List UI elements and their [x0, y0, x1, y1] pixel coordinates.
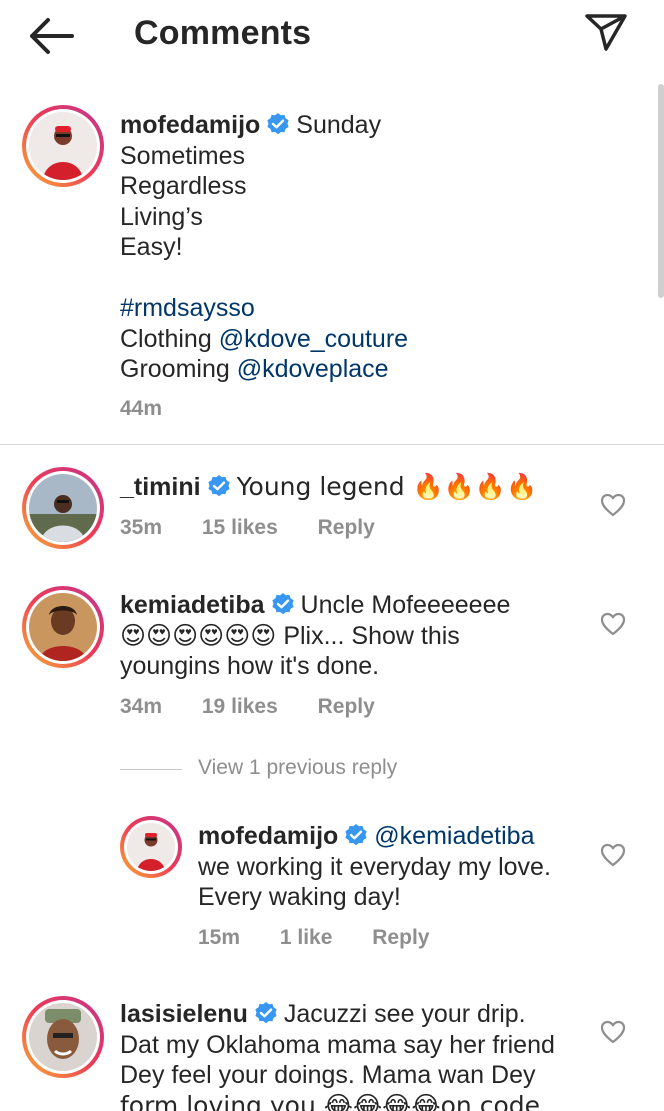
likes-count[interactable]: 15 likes: [202, 516, 278, 539]
avatar[interactable]: [22, 996, 104, 1078]
comment-body: Young legend 🔥🔥🔥🔥: [236, 472, 538, 501]
comment-body: Plix... Show this: [283, 621, 460, 650]
comment-body: form loving you 😂😂😂😂on code: [120, 1090, 540, 1111]
avatar[interactable]: [22, 105, 104, 187]
comment-username[interactable]: lasisielenu: [120, 1000, 248, 1028]
comment-body: Dat my Oklahoma mama say her friend: [120, 1030, 555, 1059]
like-heart-icon[interactable]: [600, 493, 626, 517]
reply-body: we working it everyday my love.: [198, 852, 551, 881]
like-heart-icon[interactable]: [600, 612, 626, 636]
emoji-row: 😍😍😍😍😍😍: [120, 620, 277, 650]
avatar[interactable]: [22, 586, 104, 668]
verified-badge-icon: [254, 1001, 278, 1025]
reply-body: Every waking day!: [198, 883, 401, 911]
comment-body: Dey feel your doings. Mama wan Dey: [120, 1061, 536, 1089]
hashtag-link[interactable]: #rmdsaysso: [120, 294, 255, 322]
mention-link[interactable]: @kemiadetiba: [374, 822, 534, 850]
reply-button[interactable]: Reply: [372, 926, 429, 949]
avatar[interactable]: [22, 467, 104, 549]
comment-text: kemiadetiba Uncle Mofeeeeeee 😍😍😍😍😍😍 Plix.…: [120, 590, 590, 682]
verified-badge-icon: [266, 112, 290, 136]
reply-button[interactable]: Reply: [318, 695, 375, 718]
caption-username[interactable]: mofedamijo: [120, 111, 260, 139]
caption-line: Easy!: [120, 233, 183, 261]
mention-link[interactable]: @kdoveplace: [237, 355, 389, 383]
view-replies-label[interactable]: View 1 previous reply: [198, 756, 397, 780]
reply-meta: 15m 1 like Reply: [198, 926, 463, 950]
caption-time: 44m: [120, 397, 163, 420]
caption-text: mofedamijo Sunday Sometimes Regardless Li…: [120, 110, 640, 385]
caption-meta: 44m: [120, 397, 196, 421]
comment-username[interactable]: _timini: [120, 473, 201, 501]
likes-count[interactable]: 1 like: [280, 926, 333, 949]
comment-username[interactable]: kemiadetiba: [120, 591, 265, 619]
likes-count[interactable]: 19 likes: [202, 695, 278, 718]
direct-share-icon[interactable]: [584, 12, 628, 52]
reply-username[interactable]: mofedamijo: [198, 822, 338, 850]
caption-line: Regardless: [120, 172, 247, 200]
comment-body: Uncle Mofeeeeeee: [300, 591, 511, 619]
divider: [0, 444, 664, 445]
mention-link[interactable]: @kdove_couture: [219, 325, 408, 353]
top-bar: Comments: [0, 0, 664, 70]
comment-text: lasisielenu Jacuzzi see your drip. Dat my…: [120, 999, 596, 1111]
comment-meta: 35m 15 likes Reply: [120, 516, 409, 540]
comment-body: Jacuzzi see your drip.: [283, 1000, 526, 1028]
comment-time: 34m: [120, 695, 163, 718]
comment-text: _timini Young legend 🔥🔥🔥🔥: [120, 472, 580, 503]
caption-line: Sometimes: [120, 141, 246, 170]
avatar[interactable]: [120, 816, 182, 878]
verified-badge-icon: [344, 823, 368, 847]
like-heart-icon[interactable]: [600, 843, 626, 867]
reply-text: mofedamijo @kemiadetiba we working it eve…: [198, 821, 598, 913]
verified-badge-icon: [271, 592, 295, 616]
clothing-label: Clothing: [120, 324, 212, 353]
caption-line: Living’s: [120, 202, 203, 231]
page-title: Comments: [134, 14, 312, 52]
reply-button[interactable]: Reply: [318, 516, 375, 539]
scrollbar[interactable]: [658, 84, 664, 298]
comment-meta: 34m 19 likes Reply: [120, 695, 409, 719]
reply-time: 15m: [198, 926, 241, 949]
like-heart-icon[interactable]: [600, 1020, 626, 1044]
grooming-label: Grooming: [120, 355, 230, 383]
comment-time: 35m: [120, 516, 163, 539]
back-arrow-icon[interactable]: [28, 16, 76, 56]
replies-line: [120, 769, 182, 770]
verified-badge-icon: [207, 474, 231, 498]
caption-line: Sunday: [296, 111, 382, 139]
comment-body: youngins how it's done.: [120, 652, 380, 680]
